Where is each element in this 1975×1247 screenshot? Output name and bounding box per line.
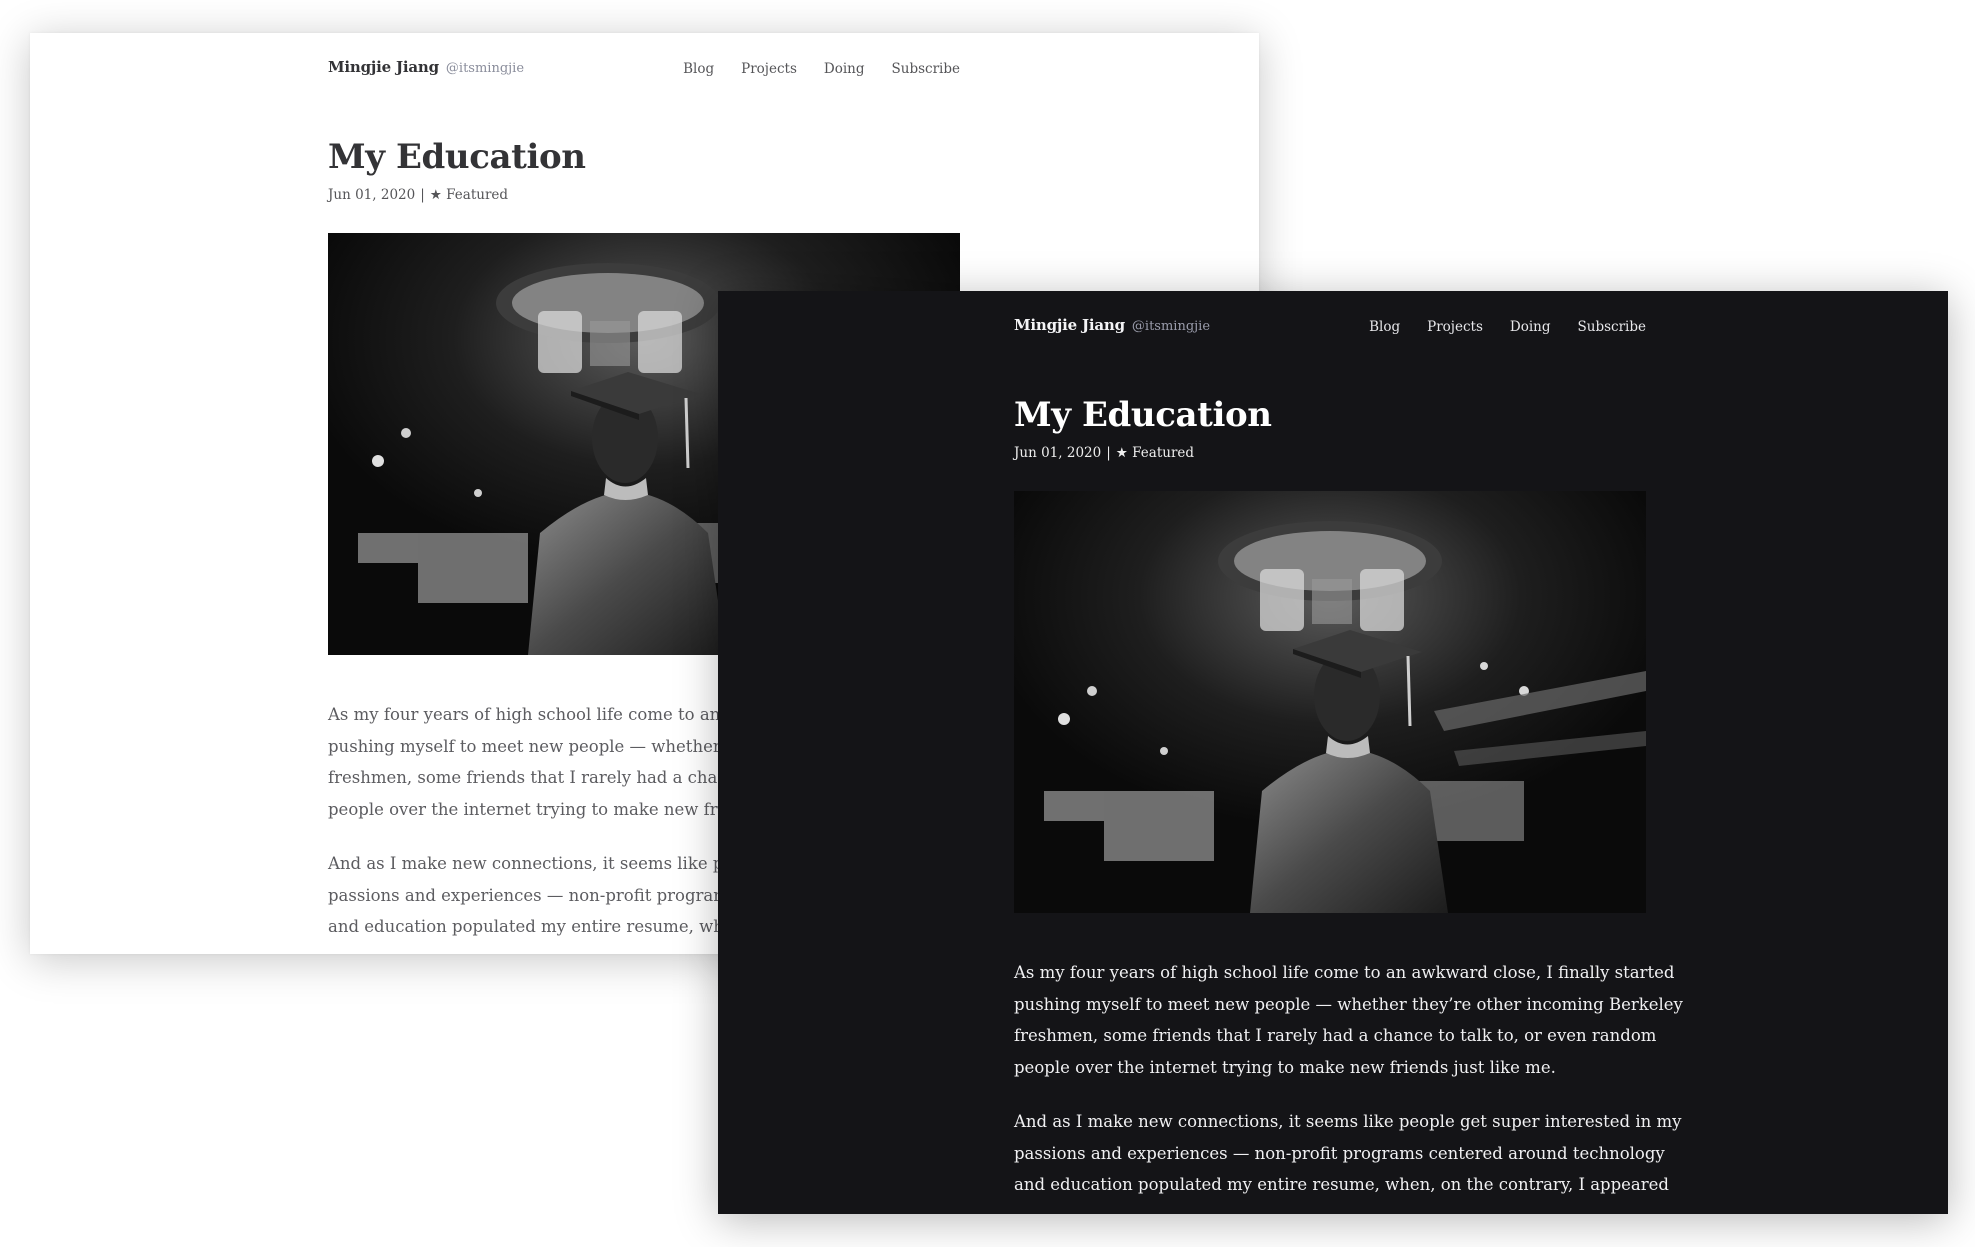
featured-tag[interactable]: ★ Featured <box>430 187 508 203</box>
site-handle[interactable]: @itsmingjie <box>1132 319 1210 334</box>
site-handle[interactable]: @itsmingjie <box>446 61 524 76</box>
post-meta: Jun 01, 2020 | ★ Featured <box>1014 445 1646 461</box>
main-nav: Blog Projects Doing Subscribe <box>1342 316 1646 335</box>
site-header: Mingjie Jiang @itsmingjie Blog Projects Doi… <box>1014 301 1646 353</box>
paragraph-1-line-2: pushing myself to meet new people — whet… <box>1014 994 1683 1014</box>
nav-blog[interactable]: Blog <box>683 61 714 77</box>
paragraph-2: And as I make new connections, it seems … <box>1014 1106 1681 1201</box>
nav-doing[interactable]: Doing <box>1510 319 1551 335</box>
site-name[interactable]: Mingjie Jiang <box>328 58 439 76</box>
page-container: Mingjie Jiang @itsmingjie Blog Projects Doi… <box>1014 291 1683 1214</box>
paragraph-1-line-4: people over the internet trying to make … <box>1014 1057 1556 1077</box>
site-header: Mingjie Jiang @itsmingjie Blog Projects Doi… <box>328 43 960 95</box>
post-meta: Jun 01, 2020 | ★ Featured <box>328 187 960 203</box>
post-date: Jun 01, 2020 <box>1014 445 1102 461</box>
featured-tag[interactable]: ★ Featured <box>1116 445 1194 461</box>
nav-projects[interactable]: Projects <box>1427 319 1483 335</box>
paragraph-1-line-1: As my four years of high school life com… <box>1014 963 1675 982</box>
nav-blog[interactable]: Blog <box>1369 319 1400 335</box>
brand[interactable]: Mingjie Jiang @itsmingjie <box>1014 315 1210 334</box>
nav-subscribe[interactable]: Subscribe <box>1578 319 1646 335</box>
nav-doing[interactable]: Doing <box>824 61 865 77</box>
site-name[interactable]: Mingjie Jiang <box>1014 316 1125 334</box>
nav-projects[interactable]: Projects <box>741 61 797 77</box>
meta-separator: | <box>1106 445 1111 461</box>
paragraph-2-line-3: and education populated my entire resume… <box>1014 1175 1669 1194</box>
paragraph-1: As my four years of high school life com… <box>1014 957 1683 1083</box>
post-title: My Education <box>328 137 586 177</box>
post-title: My Education <box>1014 395 1272 435</box>
post-date: Jun 01, 2020 <box>328 187 416 203</box>
dark-mode-window: Mingjie Jiang @itsmingjie Blog Projects Doi… <box>718 291 1948 1214</box>
paragraph-2-line-2: passions and experiences — non-profit pr… <box>1014 1143 1665 1163</box>
post-body: As my four years of high school life com… <box>1014 957 1683 1201</box>
brand[interactable]: Mingjie Jiang @itsmingjie <box>328 57 524 76</box>
main-nav: Blog Projects Doing Subscribe <box>656 58 960 77</box>
hero-image-graduate <box>1014 491 1646 913</box>
nav-subscribe[interactable]: Subscribe <box>892 61 960 77</box>
meta-separator: | <box>420 187 425 203</box>
paragraph-1-line-3: freshmen, some friends that I rarely had… <box>1014 1026 1657 1045</box>
paragraph-2-line-1: And as I make new connections, it seems … <box>1014 1112 1682 1131</box>
